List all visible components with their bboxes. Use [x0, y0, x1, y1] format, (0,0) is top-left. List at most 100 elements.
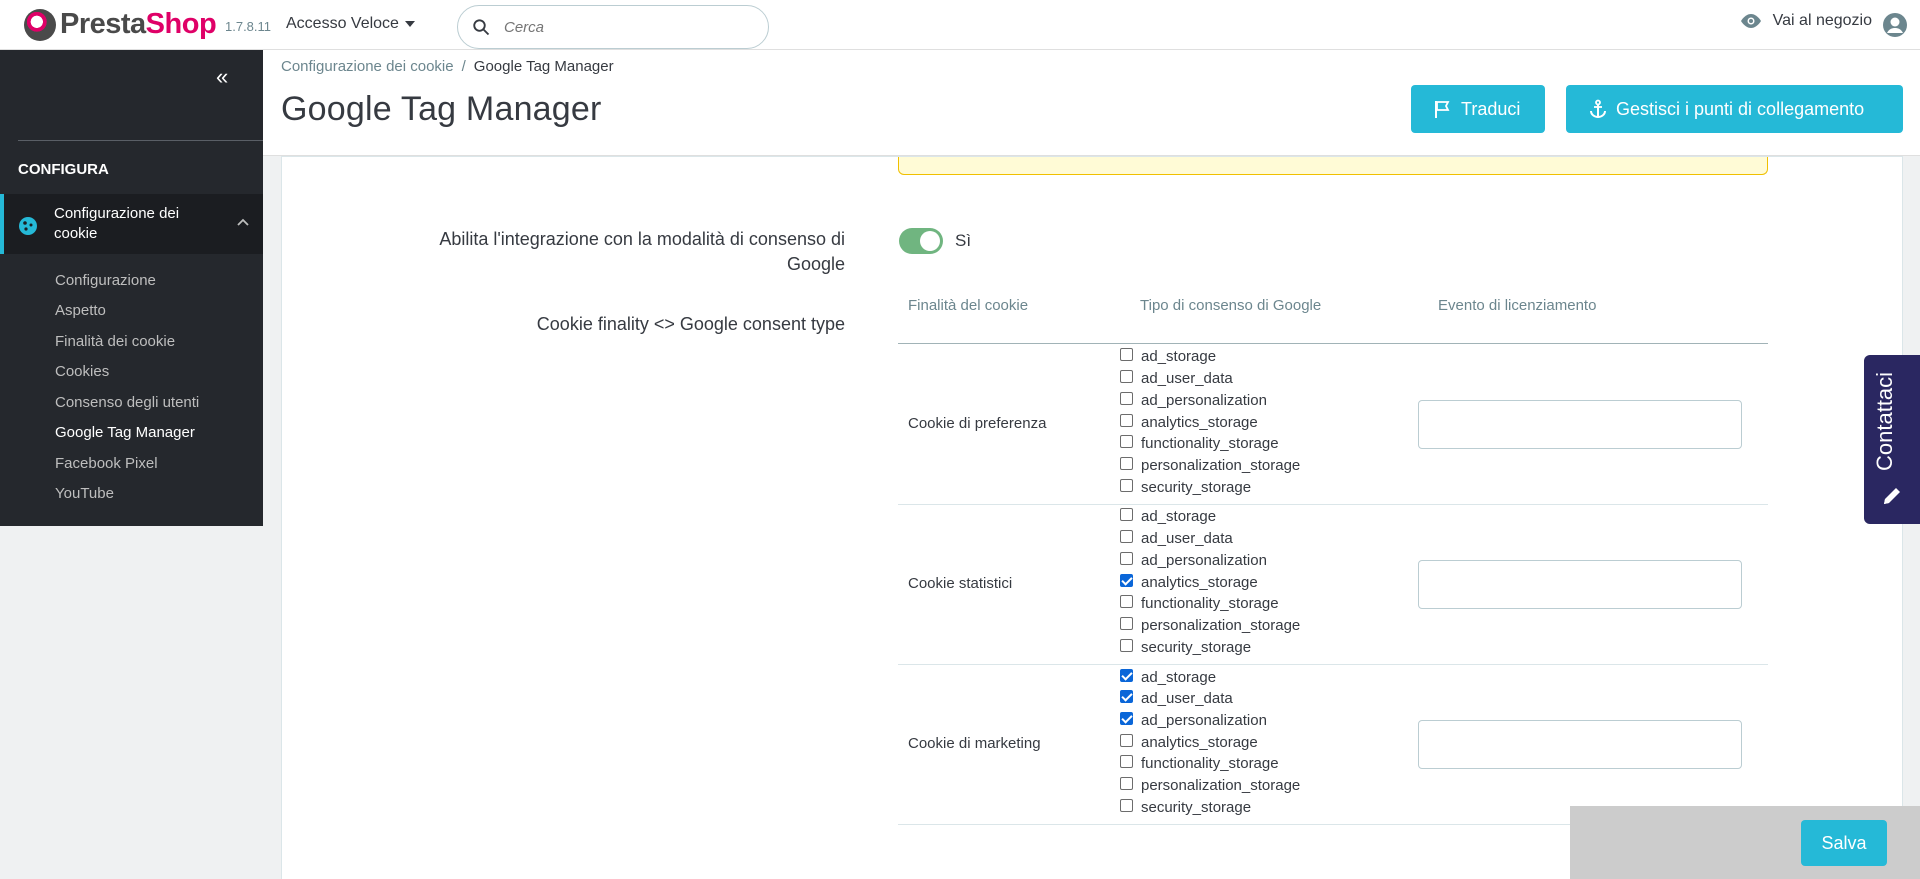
checkbox-row2-analytics-storage[interactable]: analytics_storage: [1120, 572, 1258, 592]
toggle-knob: [920, 231, 940, 251]
event-input-marketing[interactable]: [1418, 720, 1742, 769]
checkbox-box: [1120, 413, 1133, 427]
contact-us-tab[interactable]: Contattaci: [1864, 355, 1920, 524]
checkbox-row2-ad-user-data[interactable]: ad_user_data: [1120, 528, 1233, 548]
checkbox-row1-ad-personalization[interactable]: ad_personalization: [1120, 390, 1267, 410]
checkbox-label: ad_personalization: [1141, 711, 1267, 729]
eye-icon: [1740, 14, 1761, 28]
checkbox-label: analytics_storage: [1141, 733, 1258, 751]
checkbox-label: ad_storage: [1141, 668, 1217, 686]
manage-hooks-label: Gestisci i punti di collegamento: [1616, 98, 1865, 119]
main-content: Configurazione dei cookie / Google Tag Man…: [263, 50, 1920, 879]
event-input-statistici[interactable]: [1418, 560, 1742, 609]
checkbox-row1-security-storage[interactable]: security_storage: [1120, 477, 1251, 497]
checkbox-row3-ad-storage[interactable]: ad_storage: [1120, 667, 1216, 687]
checkbox-row3-functionality-storage[interactable]: functionality_storage: [1120, 753, 1279, 773]
breadcrumb-parent[interactable]: Configurazione dei cookie: [281, 58, 454, 75]
sidebar-item-youtube[interactable]: YouTube: [55, 485, 114, 502]
sidebar-item-consenso[interactable]: Consenso degli utenti: [55, 394, 199, 411]
checkbox-box: [1120, 754, 1133, 768]
checkbox-row2-personalization-storage[interactable]: personalization_storage: [1120, 615, 1300, 635]
checkbox-box-checked: [1120, 689, 1133, 703]
prestashop-logo[interactable]: PrestaShop: [24, 8, 217, 41]
checkbox-box-checked: [1120, 573, 1133, 587]
checkbox-label: ad_user_data: [1141, 529, 1233, 547]
checkbox-row2-ad-storage[interactable]: ad_storage: [1120, 506, 1216, 526]
checkbox-label: personalization_storage: [1141, 456, 1301, 474]
checkbox-box-checked: [1120, 711, 1133, 725]
checkbox-label: personalization_storage: [1141, 776, 1301, 794]
checkbox-box: [1120, 478, 1133, 492]
checkbox-box: [1120, 369, 1133, 383]
checkbox-label: ad_personalization: [1141, 551, 1267, 569]
checkbox-row1-ad-storage[interactable]: ad_storage: [1120, 346, 1216, 366]
collapse-sidebar-icon[interactable]: «: [216, 64, 228, 90]
sidebar-item-finalita[interactable]: Finalità dei cookie: [55, 333, 175, 350]
section-title: CONFIGURA: [18, 161, 109, 178]
view-shop-link[interactable]: Vai al negozio: [1739, 12, 1872, 30]
row-divider: [898, 504, 1768, 505]
checkbox-label: functionality_storage: [1141, 434, 1279, 452]
page-header: Configurazione dei cookie / Google Tag Man…: [263, 50, 1920, 156]
column-header-event: Evento di licenziamento: [1438, 297, 1597, 314]
checkbox-row2-functionality-storage[interactable]: functionality_storage: [1120, 593, 1279, 613]
checkbox-box: [1120, 616, 1133, 630]
checkbox-box: [1120, 434, 1133, 448]
checkbox-box: [1120, 456, 1133, 470]
checkbox-row3-security-storage[interactable]: security_storage: [1120, 797, 1251, 817]
checkbox-label: functionality_storage: [1141, 754, 1279, 772]
save-button[interactable]: Salva: [1801, 820, 1887, 866]
sidebar-item-configurazione[interactable]: Configurazione: [55, 272, 156, 289]
translate-button[interactable]: Traduci: [1411, 85, 1545, 133]
checkbox-label: personalization_storage: [1141, 616, 1301, 634]
checkbox-box: [1120, 507, 1133, 521]
chevron-up-icon[interactable]: [237, 218, 249, 226]
sidebar-item-facebook-pixel[interactable]: Facebook Pixel: [55, 455, 158, 472]
checkbox-row1-ad-user-data[interactable]: ad_user_data: [1120, 368, 1233, 388]
checkbox-box-checked: [1120, 668, 1133, 682]
checkbox-row3-analytics-storage[interactable]: analytics_storage: [1120, 732, 1258, 752]
checkbox-row3-personalization-storage[interactable]: personalization_storage: [1120, 775, 1300, 795]
checkbox-label: security_storage: [1141, 638, 1252, 656]
checkbox-row1-personalization-storage[interactable]: personalization_storage: [1120, 455, 1300, 475]
sidebar-item-aspetto[interactable]: Aspetto: [55, 302, 106, 319]
sidebar: « CONFIGURA Configurazione dei cookie Co…: [0, 50, 263, 879]
quick-access-dropdown[interactable]: Accesso Veloce: [286, 15, 415, 33]
save-footer: Salva: [1570, 806, 1920, 879]
checkbox-row2-ad-personalization[interactable]: ad_personalization: [1120, 550, 1267, 570]
manage-hooks-button[interactable]: Gestisci i punti di collegamento: [1566, 85, 1903, 133]
view-shop-label: Vai al negozio: [1772, 12, 1872, 29]
settings-panel: Abilita l'integrazione con la modalità d…: [281, 156, 1903, 879]
row-finality-marketing: Cookie di marketing: [908, 735, 1041, 752]
sidebar-item-google-tag-manager[interactable]: Google Tag Manager: [55, 424, 195, 441]
checkbox-row1-analytics-storage[interactable]: analytics_storage: [1120, 412, 1258, 432]
version-label: 1.7.8.11: [225, 19, 272, 34]
checkbox-row1-functionality-storage[interactable]: functionality_storage: [1120, 433, 1279, 453]
event-input-preferenza[interactable]: [1418, 400, 1742, 449]
search-input[interactable]: [504, 18, 744, 36]
checkbox-box: [1120, 594, 1133, 608]
checkbox-label: ad_user_data: [1141, 369, 1233, 387]
menu-item-cookie-config[interactable]: Configurazione dei cookie: [0, 194, 263, 254]
consent-mode-label: Abilita l'integrazione con la modalità d…: [439, 229, 845, 274]
checkbox-label: analytics_storage: [1141, 573, 1258, 591]
search-icon[interactable]: [472, 18, 490, 36]
prestashop-logo-icon: [24, 8, 56, 41]
checkbox-label: ad_storage: [1141, 507, 1217, 525]
checkbox-row3-ad-personalization[interactable]: ad_personalization: [1120, 710, 1267, 730]
checkbox-row2-security-storage[interactable]: security_storage: [1120, 637, 1251, 657]
flag-icon: [1435, 101, 1450, 118]
breadcrumb: Configurazione dei cookie / Google Tag Man…: [281, 58, 614, 75]
column-header-consent-type: Tipo di consenso di Google: [1140, 297, 1322, 314]
row-divider: [898, 664, 1768, 665]
sidebar-item-cookies[interactable]: Cookies: [55, 363, 109, 380]
sidebar-menu: « CONFIGURA Configurazione dei cookie Co…: [0, 50, 263, 526]
cookie-icon: [19, 217, 37, 235]
anchor-icon: [1590, 99, 1606, 119]
checkbox-box: [1120, 551, 1133, 565]
checkbox-box: [1120, 776, 1133, 790]
breadcrumb-current: Google Tag Manager: [473, 58, 614, 75]
user-account-icon[interactable]: [1882, 12, 1908, 38]
consent-mode-toggle[interactable]: [899, 228, 943, 254]
checkbox-row3-ad-user-data[interactable]: ad_user_data: [1120, 688, 1233, 708]
